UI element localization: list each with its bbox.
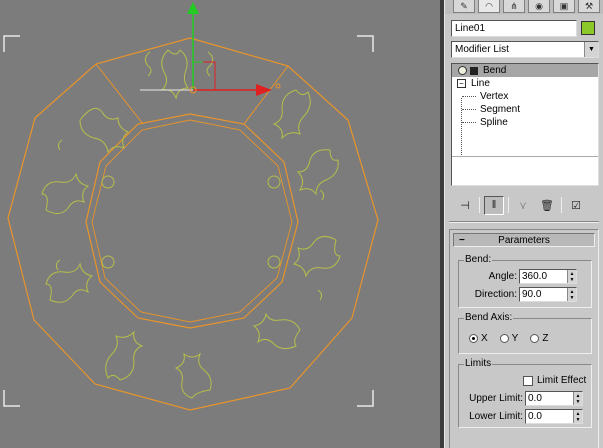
parameters-rollout-header[interactable]: − Parameters [453,233,595,247]
object-name-input[interactable]: Line01 [451,19,577,37]
spinner-arrows-icon[interactable]: ▲ ▼ [567,288,576,301]
panel-separator [449,221,599,223]
modifier-list-dropdown[interactable]: Modifier List ▼ [451,41,599,58]
toolbar-separator [479,197,480,213]
spinner-arrows-icon[interactable]: ▲ ▼ [573,392,582,405]
bend-group: Bend: Angle: 360.0 ▲ ▼ Direction: 90.0 ▲ ▼ [458,254,592,308]
create-icon[interactable]: ✎ [453,0,475,13]
radio-dot [499,334,509,343]
motion-icon[interactable]: ◉ [528,0,550,13]
upper-limit-label: Upper Limit: [469,393,523,404]
make-unique-icon[interactable]: ⋎ [513,196,533,215]
direction-row: Direction: 90.0 ▲ ▼ [463,287,577,302]
radio-dot [469,334,478,343]
upper-limit-spinner[interactable]: 0.0 ▲ ▼ [525,391,583,406]
stack-divider [452,156,598,157]
axis-z-radio[interactable]: Z [530,333,548,344]
stack-item-bend[interactable]: Bend [452,64,598,77]
upper-limit-row: Upper Limit: 0.0 ▲ ▼ [461,391,583,406]
direction-value: 90.0 [522,289,542,300]
parameters-rollout: − Parameters Bend: Angle: 360.0 ▲ ▼ Direc… [449,229,599,448]
limits-group: Limits Limit Effect Upper Limit: 0.0 ▲ ▼ … [458,358,592,428]
group-label: Bend Axis: [464,312,514,323]
radio-dot [530,334,540,343]
collapse-icon[interactable]: − [457,79,466,88]
inner-wire-polygon [85,113,299,329]
angle-spinner[interactable]: 360.0 ▲ ▼ [519,269,577,284]
chevron-down-icon[interactable]: ▼ [584,42,598,57]
axis-y-radio[interactable]: Y [499,333,519,344]
object-color-swatch[interactable] [581,21,595,35]
inner-wire-polygon-2 [91,119,293,323]
stack-toolbar: ⊣ ‖ ⋎ 🗑 ☑ [455,195,595,215]
selection-brackets [3,35,374,407]
viewport-canvas [3,2,379,411]
stack-subitem-vertex[interactable]: Vertex [452,90,598,103]
display-icon[interactable]: ▣ [553,0,575,13]
lightbulb-icon[interactable] [458,66,467,75]
command-panel: ✎ ◠ ⋔ ◉ ▣ ⚒ Line01 Modifier List ▼ Bend … [444,0,603,448]
angle-label: Angle: [488,271,517,282]
hierarchy-icon[interactable]: ⋔ [503,0,525,13]
rollout-title: Parameters [498,234,550,246]
direction-label: Direction: [474,289,517,300]
limit-effect-checkbox[interactable] [523,375,533,386]
modifier-icon [470,66,478,75]
bend-axis-radios: X Y Z [469,333,548,344]
axis-x-radio[interactable]: X [469,333,488,344]
transform-gizmo[interactable] [140,2,281,96]
object-name-row: Line01 [451,19,599,37]
remove-modifier-icon[interactable]: 🗑 [537,196,557,215]
group-label: Limits [464,358,493,369]
axis-label: Z [542,333,549,344]
pin-stack-icon[interactable]: ⊣ [455,196,475,215]
lower-limit-spinner[interactable]: 0.0 ▲ ▼ [525,409,583,424]
stack-subitem-label: Vertex [480,91,509,102]
stack-subitem-spline[interactable]: Spline [452,116,598,129]
limit-effect-label: Limit Effect [537,375,587,386]
modifier-stack[interactable]: Bend − Line Vertex Segment Spline [451,63,599,186]
axis-label: X [481,333,488,344]
stack-subitem-segment[interactable]: Segment [452,103,598,116]
toolbar-separator [508,197,509,213]
spinner-arrows-icon[interactable]: ▲ ▼ [567,270,576,283]
toolbar-separator [561,197,562,213]
spinner-arrows-icon[interactable]: ▲ ▼ [573,410,582,423]
angle-row: Angle: 360.0 ▲ ▼ [463,269,577,284]
modifier-list-label: Modifier List [455,44,509,55]
group-label: Bend: [464,254,493,265]
utilities-icon[interactable]: ⚒ [578,0,600,13]
lower-limit-label: Lower Limit: [469,411,523,422]
perspective-viewport[interactable] [0,0,440,448]
limit-effect-row[interactable]: Limit Effect [523,375,586,386]
stack-subitem-label: Segment [480,104,521,115]
bend-axis-group: Bend Axis: X Y Z [458,312,592,354]
upper-limit-value: 0.0 [528,393,542,404]
lower-limit-row: Lower Limit: 0.0 ▲ ▼ [461,409,583,424]
stack-item-line[interactable]: − Line [452,77,598,90]
command-panel-tabs: ✎ ◠ ⋔ ◉ ▣ ⚒ [445,0,603,14]
stack-item-label: Bend [483,65,507,76]
axis-label: Y [511,333,519,344]
collapse-icon: − [459,234,465,246]
direction-spinner[interactable]: 90.0 ▲ ▼ [519,287,577,302]
modify-icon[interactable]: ◠ [478,0,500,13]
stack-subitem-label: Spline [480,117,508,128]
configure-sets-icon[interactable]: ☑ [566,196,586,215]
angle-value: 360.0 [522,271,548,282]
lower-limit-value: 0.0 [528,411,542,422]
stack-item-label: Line [471,78,490,89]
outer-wire-polygon [7,37,379,411]
show-end-result-icon[interactable]: ‖ [484,195,504,215]
